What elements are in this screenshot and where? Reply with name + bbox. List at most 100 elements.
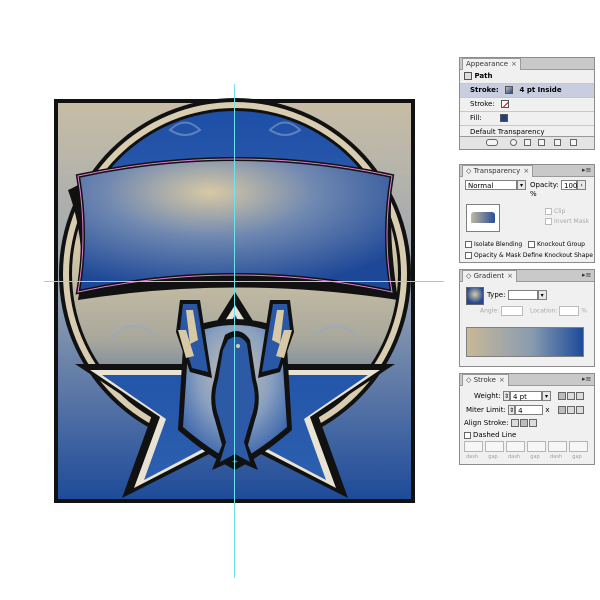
weight-input[interactable]: 4 pt bbox=[509, 391, 542, 401]
object-thumbnail[interactable] bbox=[466, 204, 500, 232]
new-item-icon[interactable] bbox=[554, 139, 561, 146]
artboard-canvas[interactable] bbox=[0, 0, 455, 600]
gap-input[interactable] bbox=[569, 441, 588, 452]
clip-label: Clip bbox=[554, 208, 566, 215]
gap-label: gap bbox=[488, 454, 498, 460]
tab-label: Transparency bbox=[473, 167, 521, 175]
opacity-mask-knockout-label: Opacity & Mask Define Knockout Shape bbox=[474, 252, 593, 259]
bevel-join-icon[interactable] bbox=[576, 405, 584, 414]
panel-menu-icon[interactable]: ▸≡ bbox=[582, 271, 591, 279]
tab-label: Appearance bbox=[466, 60, 509, 68]
delete-item-icon[interactable] bbox=[570, 139, 577, 146]
dash-input[interactable] bbox=[464, 441, 483, 452]
fill-label: Fill: bbox=[470, 114, 482, 122]
stepper-icon[interactable]: ⇕ bbox=[508, 405, 516, 415]
round-join-icon[interactable] bbox=[567, 405, 575, 414]
none-swatch-icon[interactable] bbox=[500, 100, 509, 108]
invert-mask-checkbox[interactable] bbox=[545, 218, 552, 225]
location-unit: % bbox=[581, 307, 587, 315]
align-outside-icon[interactable] bbox=[528, 419, 537, 427]
isolate-blending-checkbox[interactable] bbox=[465, 241, 472, 248]
appearance-panel: Appearance × Path Stroke: 4 pt Inside Str… bbox=[459, 57, 595, 150]
dashed-line-checkbox[interactable] bbox=[464, 431, 471, 439]
new-art-maintains-appearance-icon[interactable] bbox=[486, 139, 498, 146]
miter-join-icon[interactable] bbox=[558, 405, 566, 414]
reduce-to-basic-icon[interactable] bbox=[524, 139, 531, 146]
opacity-mask-knockout-checkbox[interactable] bbox=[465, 252, 472, 259]
stepper-icon[interactable]: ⇕ bbox=[502, 391, 510, 401]
clip-option[interactable]: Clip bbox=[545, 208, 565, 215]
clear-appearance-icon[interactable] bbox=[510, 139, 517, 146]
chevron-down-icon[interactable]: ▾ bbox=[541, 391, 551, 401]
location-input[interactable] bbox=[559, 306, 580, 316]
gradient-panel: ◇ Gradient × ▸≡ Type: ▾ Angle: Location: … bbox=[459, 269, 595, 367]
align-stroke-control: Align Stroke: bbox=[464, 419, 538, 427]
angle-control: Angle: bbox=[480, 306, 524, 316]
stroke-label: Stroke: bbox=[470, 86, 499, 94]
opacity-label: Opacity: bbox=[530, 181, 559, 189]
projecting-cap-icon[interactable] bbox=[576, 391, 584, 400]
dash-input[interactable] bbox=[548, 441, 567, 452]
align-inside-icon[interactable] bbox=[519, 419, 528, 427]
align-center-icon[interactable] bbox=[510, 419, 519, 427]
knockout-group-option[interactable]: Knockout Group bbox=[528, 241, 585, 248]
path-thumbnail-icon bbox=[464, 72, 472, 80]
dash-label: dash bbox=[465, 454, 478, 460]
dashed-line-option[interactable]: Dashed Line bbox=[464, 431, 516, 439]
close-icon[interactable]: × bbox=[511, 60, 517, 68]
butt-cap-icon[interactable] bbox=[558, 391, 566, 400]
chevron-down-icon[interactable]: ▾ bbox=[517, 180, 526, 190]
appearance-fill-row[interactable]: Fill: bbox=[460, 112, 594, 126]
panel-menu-icon[interactable]: ▸≡ bbox=[582, 375, 591, 383]
angle-input[interactable] bbox=[501, 306, 524, 316]
gap-input[interactable] bbox=[485, 441, 504, 452]
miter-unit: x bbox=[545, 406, 550, 414]
type-value[interactable] bbox=[507, 290, 538, 300]
clip-checkbox[interactable] bbox=[545, 208, 552, 215]
vertical-guide[interactable] bbox=[234, 84, 235, 578]
object-type-label: Path bbox=[474, 72, 493, 80]
default-transparency-label: Default Transparency bbox=[470, 128, 545, 136]
appearance-tabbar: Appearance × bbox=[460, 58, 594, 70]
close-icon[interactable]: × bbox=[499, 376, 505, 384]
tab-transparency[interactable]: ◇ Transparency × bbox=[462, 165, 534, 177]
dash-input[interactable] bbox=[506, 441, 525, 452]
close-icon[interactable]: × bbox=[507, 272, 513, 280]
gradient-preview-swatch[interactable] bbox=[466, 287, 484, 305]
knockout-group-label: Knockout Group bbox=[537, 241, 585, 248]
angle-label: Angle: bbox=[480, 307, 500, 315]
tab-stroke[interactable]: ◇ Stroke × bbox=[462, 374, 509, 386]
blend-mode-value[interactable]: Normal bbox=[465, 180, 517, 190]
opacity-input[interactable]: 100 bbox=[561, 180, 577, 190]
appearance-object-row[interactable]: Path bbox=[460, 70, 594, 84]
invert-mask-label: Invert Mask bbox=[554, 218, 589, 225]
tab-appearance[interactable]: Appearance × bbox=[462, 58, 521, 70]
phoenix-emblem-artwork[interactable] bbox=[0, 0, 455, 600]
fill-swatch-icon[interactable] bbox=[499, 114, 508, 122]
isolate-blending-option[interactable]: Isolate Blending bbox=[465, 241, 522, 248]
round-cap-icon[interactable] bbox=[567, 391, 575, 400]
miter-input[interactable]: 4 bbox=[515, 405, 544, 415]
join-buttons bbox=[558, 405, 585, 414]
stroke-value: 4 pt Inside bbox=[519, 86, 562, 94]
weight-label: Weight: bbox=[474, 392, 501, 400]
location-label: Location: bbox=[530, 307, 558, 315]
stroke-swatch-icon[interactable] bbox=[505, 86, 514, 94]
appearance-stroke-row-selected[interactable]: Stroke: 4 pt Inside bbox=[460, 84, 594, 98]
appearance-stroke-row[interactable]: Stroke: bbox=[460, 98, 594, 112]
blend-mode-select[interactable]: Normal ▾ bbox=[465, 180, 526, 190]
close-icon[interactable]: × bbox=[523, 167, 529, 175]
chevron-down-icon[interactable]: ▾ bbox=[537, 290, 547, 300]
type-label: Type: bbox=[487, 291, 506, 299]
gradient-slider-bar[interactable] bbox=[466, 327, 584, 357]
tab-gradient[interactable]: ◇ Gradient × bbox=[462, 270, 517, 282]
knockout-group-checkbox[interactable] bbox=[528, 241, 535, 248]
chevron-right-icon[interactable]: › bbox=[577, 180, 587, 190]
opacity-mask-knockout-option[interactable]: Opacity & Mask Define Knockout Shape bbox=[465, 252, 593, 259]
horizontal-guide[interactable] bbox=[44, 281, 444, 282]
transparency-panel: ◇ Transparency × ▸≡ Normal ▾ Opacity: 100 ›… bbox=[459, 164, 595, 263]
panel-menu-icon[interactable]: ▸≡ bbox=[582, 166, 591, 174]
invert-mask-option[interactable]: Invert Mask bbox=[545, 218, 589, 225]
duplicate-item-icon[interactable] bbox=[538, 139, 545, 146]
gap-input[interactable] bbox=[527, 441, 546, 452]
